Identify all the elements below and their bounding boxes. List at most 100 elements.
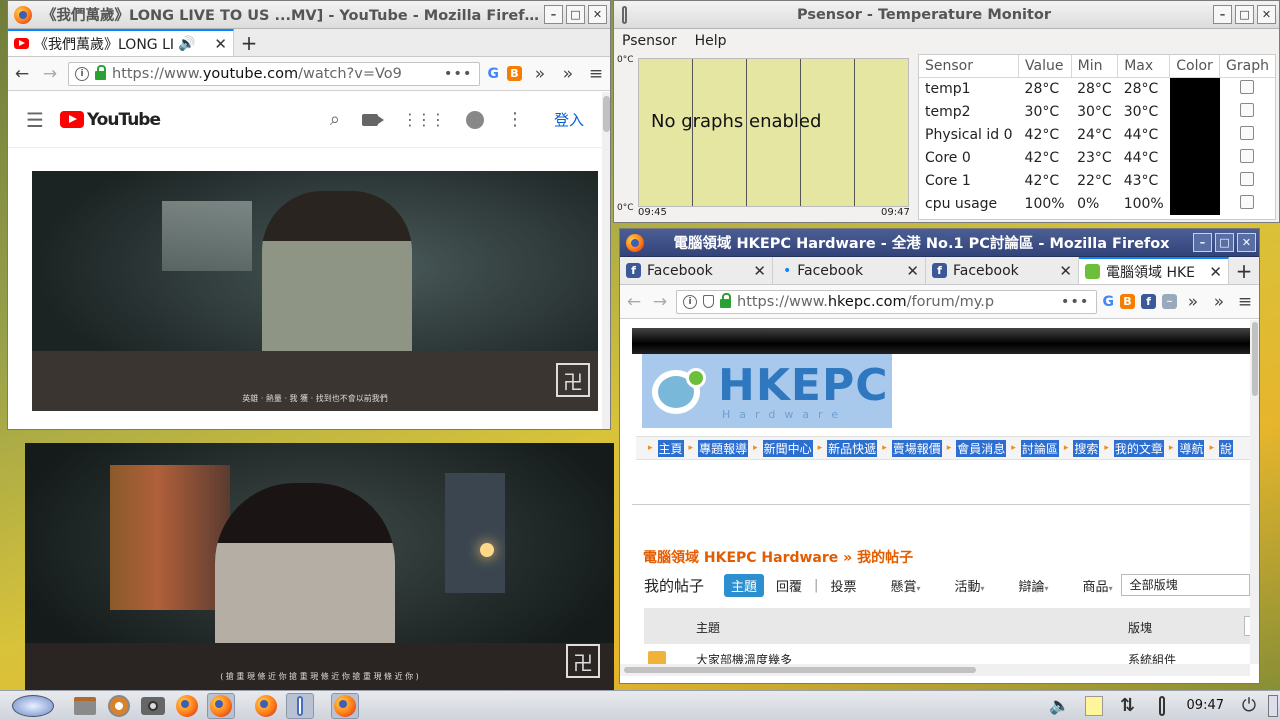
table-row[interactable]: Physical id 0 42°C 24°C 44°C [919,123,1275,146]
second-video-player[interactable]: ( 搶 重 現 條 近 你 搶 重 現 條 近 你 搶 重 現 條 近 你 ) … [25,443,614,690]
hkepc-vertical-scrollbar[interactable] [1250,320,1259,664]
col-max[interactable]: Max [1117,55,1171,78]
close-button[interactable]: ✕ [1237,233,1256,252]
url-bar[interactable]: i https://www.hkepc.com/forum/my.p ••• [676,289,1097,314]
apps-grid-icon[interactable]: ⋮⋮⋮ [402,110,446,129]
new-tab-button[interactable]: + [234,29,264,56]
nav-home[interactable]: 主頁 [657,439,684,457]
filter-reply-button[interactable]: 回覆 [776,576,802,595]
nav-member-news[interactable]: 會員消息 [956,439,1007,457]
table-row[interactable]: Core 1 42°C 22°C 43°C [919,169,1275,192]
sensor-color-swatch[interactable] [1169,169,1220,192]
sensor-color-swatch[interactable] [1169,146,1220,169]
url-bar[interactable]: i https://www.youtube.com/watch?v=Vo9 ••… [68,61,480,86]
shield-icon[interactable] [703,295,714,308]
graph-checkbox[interactable] [1240,148,1255,163]
blogger-icon[interactable]: B [507,66,522,81]
nav-news[interactable]: 新聞中心 [762,439,813,457]
youtube-scrollbar[interactable] [602,92,610,429]
video-player[interactable]: 英雄 · 熱量 · 我 獲 · 找到也不會以前我們 卍 [32,171,598,411]
sensor-color-swatch[interactable] [1169,123,1220,146]
speaker-icon[interactable]: 🔊 [178,36,195,52]
col-value[interactable]: Value [1018,55,1072,78]
hkepc-logo[interactable]: HKEPC Hardware [642,354,892,428]
menu-psensor[interactable]: Psensor [622,33,677,49]
col-graph[interactable]: Graph [1219,55,1275,78]
upload-video-icon[interactable] [361,113,384,126]
post-title-link[interactable]: 大家部機溫度幾多 [696,651,792,664]
filter-vote-button[interactable]: 投票 [830,576,856,595]
filter-debate-button[interactable]: 辯論▾ [1019,576,1049,595]
hkepc-window-titlebar[interactable]: 電腦領域 HKEPC Hardware - 全港 No.1 PC討論區 - Mo… [620,229,1259,257]
close-tab-icon[interactable]: ✕ [747,262,766,280]
blogger-icon[interactable]: B [1120,294,1135,309]
more-vert-icon[interactable]: ⋮ [506,109,524,130]
graph-checkbox[interactable] [1240,171,1255,186]
tab-youtube[interactable]: 《我們萬歲》LONG LI 🔊 ✕ [8,29,234,56]
close-button[interactable]: ✕ [1257,5,1276,24]
col-min[interactable]: Min [1071,55,1119,78]
search-icon[interactable]: ⌕ [330,109,340,130]
login-button[interactable]: 登入 [554,109,584,130]
power-icon[interactable]: ⏻ [1235,693,1263,719]
clock[interactable]: 09:47 [1187,698,1224,713]
taskbar-psensor[interactable] [286,692,314,719]
volume-icon[interactable]: 🔈 [1046,693,1074,719]
maximize-button[interactable]: □ [566,5,585,24]
file-manager-icon[interactable] [71,693,99,719]
facebook-icon[interactable]: f [1141,294,1156,309]
hamburger-icon[interactable]: ☰ [26,108,44,132]
graph-checkbox[interactable] [1240,79,1255,94]
taskbar-youtube-firefox[interactable] [207,692,235,719]
menu-icon[interactable]: ≡ [1235,292,1255,312]
breadcrumb[interactable]: 電腦領域 HKEPC Hardware » 我的帖子 [643,547,913,567]
filter-topic-button[interactable]: 主題 [724,573,765,597]
firefox-launcher-icon[interactable] [173,693,201,719]
youtube-logo-icon[interactable] [59,111,84,128]
screenshot-camera-icon[interactable] [139,693,167,719]
forward-button[interactable]: → [40,64,60,84]
close-tab-icon[interactable]: ✕ [1053,262,1072,280]
sensor-color-swatch[interactable] [1169,77,1220,100]
nav-my-posts[interactable]: 我的文章 [1113,439,1164,457]
taskbar-hkepc-firefox[interactable] [331,692,359,719]
nav-more[interactable]: 說 [1219,439,1234,457]
filter-reward-button[interactable]: 懸賞▾ [890,576,920,595]
taskbar-firefox-window[interactable] [252,693,280,719]
new-tab-button[interactable]: + [1229,257,1259,284]
col-sensor[interactable]: Sensor [919,55,1020,78]
table-row[interactable]: temp1 28°C 28°C 28°C [919,77,1275,100]
psensor-titlebar[interactable]: Psensor - Temperature Monitor – □ ✕ [614,1,1279,29]
minimize-button[interactable]: – [1193,233,1212,252]
table-row[interactable]: cpu usage 100% 0% 100% [919,192,1275,215]
page-actions-icon[interactable]: ••• [444,66,473,82]
tab-facebook-2[interactable]: • Facebook ✕ [773,257,926,284]
forum-select[interactable]: 全部版塊 [1120,574,1250,596]
system-settings-icon[interactable] [105,693,133,719]
col-color[interactable]: Color [1169,55,1221,78]
filter-activity-button[interactable]: 活動▾ [954,576,984,595]
nav-navigation[interactable]: 導航 [1178,439,1205,457]
minimize-button[interactable]: – [1213,5,1232,24]
nav-new-products[interactable]: 新品快遞 [827,439,878,457]
google-icon[interactable]: G [1103,294,1115,310]
nav-prices[interactable]: 賣場報價 [891,439,942,457]
youtube-window-titlebar[interactable]: 《我們萬歲》LONG LIVE TO US ...MV] - YouTube -… [8,1,610,29]
maximize-button[interactable]: □ [1235,5,1254,24]
tab-facebook-3[interactable]: f Facebook ✕ [926,257,1079,284]
menu-icon[interactable]: ≡ [586,64,606,84]
graph-checkbox[interactable] [1240,102,1255,117]
info-icon[interactable]: i [75,66,89,81]
maximize-button[interactable]: □ [1215,233,1234,252]
start-menu-button[interactable] [4,693,62,719]
more-tools-chevron-icon[interactable]: » [558,64,578,84]
messages-icon[interactable] [465,110,484,129]
nav-forum[interactable]: 討論區 [1020,439,1059,457]
sensor-color-swatch[interactable] [1169,192,1220,215]
hkepc-horizontal-scrollbar[interactable] [620,664,1250,676]
tab-facebook-1[interactable]: f Facebook ✕ [620,257,773,284]
extension-icon[interactable]: ~ [1162,294,1177,309]
notes-icon[interactable] [1080,693,1108,719]
post-forum-link[interactable]: 系統組件 [1128,651,1176,664]
close-button[interactable]: ✕ [588,5,607,24]
